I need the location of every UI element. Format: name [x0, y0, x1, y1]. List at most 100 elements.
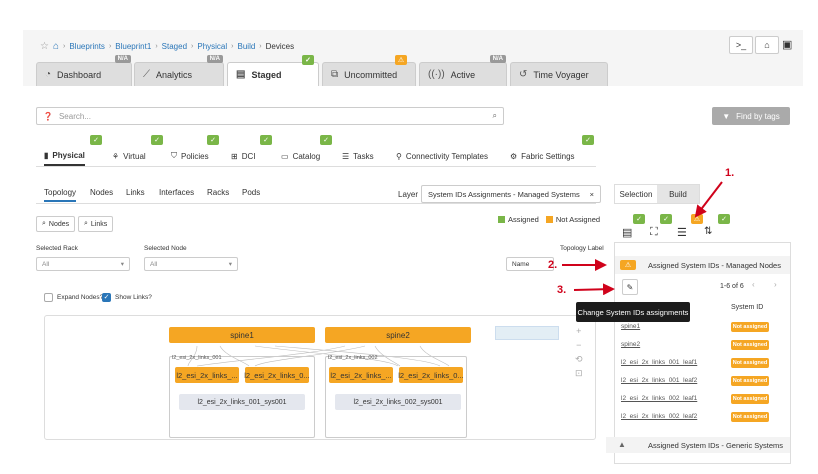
status-badge[interactable]: Not assigned — [731, 340, 769, 350]
column-system-id: System ID — [731, 304, 764, 311]
lock-icon[interactable]: ▣ — [782, 38, 792, 51]
selected-node-select[interactable]: All ▾ — [144, 257, 238, 271]
row-node-name[interactable]: l2_esi_2x_links_002_leaf1 — [621, 395, 697, 402]
row-node-name[interactable]: l2_esi_2x_links_002_leaf2 — [621, 413, 697, 420]
row-node-name[interactable]: l2_esi_2x_links_001_leaf1 — [621, 359, 697, 366]
leaf-node[interactable]: l2_esi_2x_links_... — [329, 367, 393, 383]
selected-rack-select[interactable]: All ▾ — [36, 257, 130, 271]
expand-nodes-checkbox[interactable]: Expand Nodes? — [44, 293, 103, 302]
gear-icon: ⚙ — [510, 151, 518, 161]
subtab-label: Policies — [181, 151, 209, 161]
star-icon[interactable]: ☆ — [40, 41, 49, 52]
assigned-swatch — [498, 216, 505, 223]
subtab-policies[interactable]: ⛉ Policies — [171, 146, 209, 166]
check-badge: ✓ — [582, 135, 594, 145]
filter-icon: ▼ — [722, 111, 731, 121]
virtual-icon: ⚘ — [112, 151, 120, 161]
chevron-right-icon: › — [231, 42, 234, 50]
checkbox-box — [44, 293, 53, 302]
check-badge: ✓ — [260, 135, 272, 145]
leaf-node[interactable]: l2_esi_2x_links_... — [175, 367, 239, 383]
physical-icon: ▮ — [44, 150, 49, 160]
breadcrumb-devices: Devices — [265, 41, 295, 51]
row-node-name[interactable]: l2_esi_2x_links_001_leaf2 — [621, 377, 697, 384]
catalog-icon: ▭ — [281, 151, 289, 161]
annotation-1: 1. — [725, 167, 735, 179]
tooltip: Change System IDs assignments — [576, 302, 690, 322]
tab-interfaces[interactable]: Interfaces — [159, 188, 194, 202]
tab-topology[interactable]: Topology — [44, 188, 77, 202]
tab-active[interactable]: ((·)) Active N/A — [419, 55, 507, 86]
breadcrumb-staged[interactable]: Staged — [162, 42, 187, 51]
layer-label: Layer — [398, 190, 419, 199]
leaf-node[interactable]: l2_esi_2x_links_0... — [244, 367, 310, 383]
zoom-out-icon[interactable]: − — [575, 338, 583, 352]
leaf-node[interactable]: l2_esi_2x_links_0... — [398, 367, 464, 383]
tab-time-voyager[interactable]: ↺ Time Voyager — [510, 62, 608, 86]
subtab-tasks[interactable]: ☰ Tasks — [342, 146, 374, 166]
generic-system-node[interactable]: l2_esi_2x_links_002_sys001 — [335, 394, 461, 410]
check-badge: ✓ — [302, 55, 314, 65]
check-badge: ✓ — [320, 135, 332, 145]
generic-system-node[interactable]: l2_esi_2x_links_001_sys001 — [179, 394, 305, 410]
breadcrumb-physical[interactable]: Physical — [197, 42, 227, 51]
tab-racks[interactable]: Racks — [207, 188, 229, 202]
reset-icon[interactable]: ⟲ — [575, 352, 583, 366]
list-icon: ☰ — [342, 151, 350, 161]
home-icon[interactable]: ⌂ — [53, 41, 59, 52]
row-node-name[interactable]: spine2 — [621, 341, 640, 348]
document-icon: ▤ — [236, 69, 246, 80]
show-links-checkbox[interactable]: ✓ Show Links? — [102, 293, 152, 302]
subtab-label: Virtual — [123, 151, 146, 161]
annotation-3: 3. — [557, 284, 567, 296]
status-badge[interactable]: Not assigned — [731, 394, 769, 404]
tab-links[interactable]: Links — [126, 188, 145, 202]
find-by-tags-button[interactable]: ▼ Find by tags — [712, 107, 790, 125]
tab-label: Time Voyager — [533, 69, 589, 80]
shield-icon: ⛉ — [171, 151, 177, 160]
tab-staged[interactable]: ▤ Staged ✓ — [227, 55, 319, 86]
changes-icon: ⧉ — [331, 69, 339, 80]
tab-nodes[interactable]: Nodes — [90, 188, 113, 202]
fit-icon[interactable]: ⊡ — [575, 366, 583, 380]
zoom-in-icon[interactable]: + — [575, 324, 583, 338]
terminal-button[interactable]: >_ — [729, 36, 753, 54]
minimap[interactable] — [495, 326, 559, 340]
subtab-catalog[interactable]: ▭ Catalog — [281, 146, 320, 166]
generic-section-title: Assigned System IDs - Generic Systems — [648, 441, 784, 450]
select-value: Name — [512, 260, 530, 268]
tab-label: Active — [450, 69, 476, 80]
tab-pods[interactable]: Pods — [242, 188, 260, 202]
spine-node[interactable]: spine2 — [325, 327, 471, 343]
links-search-button[interactable]: ⌕ Links — [78, 216, 114, 232]
search-icon: ⌕ — [492, 111, 497, 120]
tab-dashboard[interactable]: ◔ Dashboard N/A — [36, 55, 132, 86]
status-badge[interactable]: Not assigned — [731, 322, 769, 332]
breadcrumb-build[interactable]: Build — [238, 42, 256, 51]
subtab-dci[interactable]: ⊞ DCI — [231, 146, 255, 166]
status-badge[interactable]: Not assigned — [731, 412, 769, 422]
terminal-icon: >_ — [735, 40, 747, 50]
breadcrumb: ☆ ⌂ › Blueprints › Blueprint1 › Staged ›… — [40, 40, 294, 52]
subtab-physical[interactable]: ▮ Physical — [44, 146, 85, 166]
subtab-virtual[interactable]: ⚘ Virtual — [112, 146, 146, 166]
checkbox-label: Show Links? — [115, 294, 152, 301]
status-badge[interactable]: Not assigned — [731, 376, 769, 386]
tab-analytics[interactable]: ⟋ Analytics N/A — [134, 55, 224, 86]
status-badge[interactable]: Not assigned — [731, 358, 769, 368]
topology-canvas[interactable]: spine1 spine2 l2_esi_2x_links_001 l2_esi… — [44, 315, 596, 440]
dci-icon: ⊞ — [231, 151, 238, 161]
row-node-name[interactable]: spine1 — [621, 323, 640, 330]
breadcrumb-blueprints[interactable]: Blueprints — [69, 42, 105, 51]
tab-label: Staged — [251, 69, 282, 80]
search-input[interactable]: ❓ Search... ⌕ — [36, 107, 504, 125]
subtab-connectivity-templates[interactable]: ⚲ Connectivity Templates — [396, 146, 488, 166]
breadcrumb-blueprint1[interactable]: Blueprint1 — [115, 42, 151, 51]
home-button[interactable]: ⌂ — [755, 36, 779, 54]
spine-node[interactable]: spine1 — [169, 327, 315, 343]
search-icon: ⌕ — [42, 220, 46, 227]
nodes-search-button[interactable]: ⌕ Nodes — [36, 216, 76, 232]
chart-icon: ⟋ — [143, 69, 150, 80]
divider — [36, 203, 596, 204]
tab-uncommitted[interactable]: ⧉ Uncommitted ⚠ — [322, 55, 416, 86]
